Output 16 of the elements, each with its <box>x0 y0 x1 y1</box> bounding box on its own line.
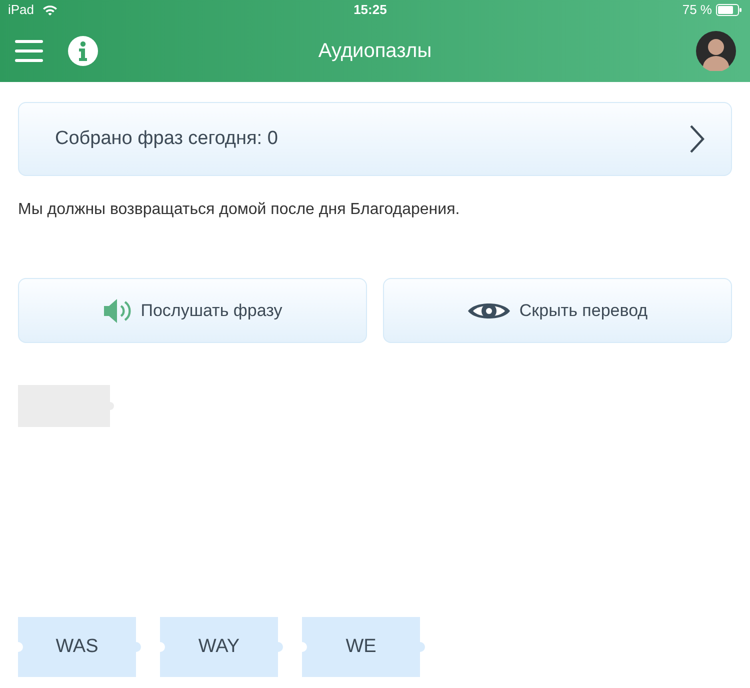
wifi-icon <box>42 4 58 16</box>
listen-button[interactable]: Послушать фразу <box>18 278 367 343</box>
progress-card[interactable]: Собрано фраз сегодня: 0 <box>18 102 732 176</box>
chevron-right-icon <box>689 124 705 154</box>
battery-percent: 75 % <box>682 1 712 20</box>
translation-text: Мы должны возвращаться домой после дня Благодарения. <box>18 200 461 220</box>
menu-icon[interactable] <box>14 39 44 63</box>
hide-translation-button[interactable]: Скрыть перевод <box>383 278 732 343</box>
clock-time: 15:25 <box>354 1 387 20</box>
speaker-icon <box>102 296 133 324</box>
battery-icon <box>716 4 742 16</box>
screen-title: Аудиопазлы <box>318 39 432 64</box>
info-icon[interactable] <box>68 36 98 66</box>
progress-label: Собрано фраз сегодня: 0 <box>55 126 278 151</box>
avatar-icon[interactable] <box>696 31 736 71</box>
device-name: iPad <box>8 1 34 20</box>
